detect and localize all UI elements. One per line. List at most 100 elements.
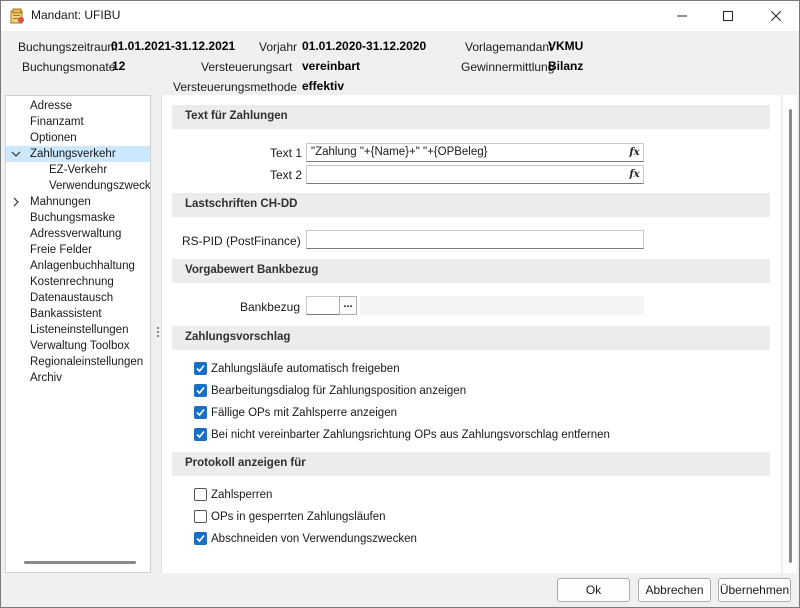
sidebar-item[interactable]: Listeneinstellungen xyxy=(6,322,150,338)
sidebar-item-label: Listeneinstellungen xyxy=(30,324,129,336)
versteuerungsmethode-label: Versteuerungsmethode xyxy=(173,80,298,94)
checkbox-label: Zahlsperren xyxy=(211,489,273,501)
text2-field[interactable]: fx xyxy=(306,165,644,184)
minimize-icon xyxy=(677,15,687,17)
checkbox-label: Fällige OPs mit Zahlsperre anzeigen xyxy=(211,407,397,419)
text1-label: Text 1 xyxy=(270,146,303,160)
checkmark-icon xyxy=(196,408,205,417)
checkbox-checked[interactable] xyxy=(194,428,207,441)
sidebar-item-label: Anlagenbuchhaltung xyxy=(30,260,135,272)
sidebar-item-label: Regionaleinstellungen xyxy=(30,356,144,368)
sidebar-item-label: Bankassistent xyxy=(30,308,102,320)
buchungszeitraum-value: 01.01.2021-31.12.2021 xyxy=(111,39,236,53)
versteuerungsmethode-value: effektiv xyxy=(302,79,345,93)
ok-button[interactable]: Ok xyxy=(557,578,630,602)
checkmark-icon xyxy=(196,364,205,373)
sidebar-item-label: Zahlungsverkehr xyxy=(30,148,116,160)
sidebar-item[interactable]: Adresse xyxy=(6,98,150,114)
sidebar-item[interactable]: EZ-Verkehr xyxy=(6,162,150,178)
close-icon xyxy=(771,11,781,21)
sidebar-item[interactable]: Freie Felder xyxy=(6,242,150,258)
apply-button[interactable]: Übernehmen xyxy=(718,578,791,602)
bankbezug-field[interactable] xyxy=(306,296,340,315)
chevron-down-icon[interactable] xyxy=(10,146,22,162)
section-zahlungsvorschlag: Zahlungsvorschlag xyxy=(172,326,770,350)
section-title: Protokoll anzeigen für xyxy=(185,457,306,469)
text1-field[interactable]: "Zahlung "+{Name}+" "+{OPBeleg} fx xyxy=(306,143,644,162)
content-vertical-scrollbar[interactable] xyxy=(789,109,792,563)
sidebar-item[interactable]: Mahnungen xyxy=(6,194,150,210)
sidebar-item[interactable]: Bankassistent xyxy=(6,306,150,322)
settings-content: Text für Zahlungen Text 1 "Zahlung "+{Na… xyxy=(161,95,781,573)
checkbox-unchecked[interactable] xyxy=(194,510,207,523)
sidebar-item[interactable]: Verwendungszwecke xyxy=(6,178,150,194)
sidebar-item[interactable]: Finanzamt xyxy=(6,114,150,130)
sidebar-item-label: Kostenrechnung xyxy=(30,276,114,288)
sidebar-item-label: Adresse xyxy=(30,100,73,112)
sidebar-item[interactable]: Archiv xyxy=(6,370,150,386)
sidebar-item[interactable]: Zahlungsverkehr xyxy=(6,146,150,162)
rspid-field[interactable] xyxy=(306,230,644,249)
sidebar-item-label: Mahnungen xyxy=(30,196,91,208)
sidebar-item-label: Verwaltung Toolbox xyxy=(30,340,130,352)
checkbox-checked[interactable] xyxy=(194,362,207,375)
text1-value: "Zahlung "+{Name}+" "+{OPBeleg} xyxy=(311,146,488,158)
sidebar-item-label: Finanzamt xyxy=(30,116,84,128)
section-title: Lastschriften CH-DD xyxy=(185,198,298,210)
panel-splitter[interactable] xyxy=(157,327,159,341)
vorjahr-label: Vorjahr xyxy=(259,40,298,54)
maximize-button[interactable] xyxy=(705,1,751,31)
checkmark-icon xyxy=(196,430,205,439)
section-protokoll: Protokoll anzeigen für xyxy=(172,452,770,476)
sidebar-item[interactable]: Regionaleinstellungen xyxy=(6,354,150,370)
tree-horizontal-scrollbar[interactable] xyxy=(24,561,136,564)
checkbox-label: Abschneiden von Verwendungszwecken xyxy=(211,533,417,545)
section-lastschriften: Lastschriften CH-DD xyxy=(172,193,770,217)
minimize-button[interactable] xyxy=(659,1,705,31)
formula-icon[interactable]: fx xyxy=(627,145,642,160)
vorlagemandant-label: Vorlagemandant xyxy=(465,40,553,54)
formula-icon[interactable]: fx xyxy=(627,167,642,182)
sidebar-item-label: Archiv xyxy=(30,372,62,384)
bankbezug-browse-button[interactable]: ... xyxy=(339,296,357,315)
sidebar-item-label: Datenaustausch xyxy=(30,292,114,304)
checkbox-checked[interactable] xyxy=(194,406,207,419)
gewinnermittlung-label: Gewinnermittlung xyxy=(461,60,555,74)
sidebar-item[interactable]: Verwaltung Toolbox xyxy=(6,338,150,354)
maximize-icon xyxy=(723,11,733,21)
buchungsmonate-label: Buchungsmonate xyxy=(22,60,116,74)
section-vorgabewert-bankbezug: Vorgabewert Bankbezug xyxy=(172,259,770,283)
bankbezug-description-field xyxy=(360,296,644,315)
checkbox-checked[interactable] xyxy=(194,532,207,545)
vorlagemandant-value: VKMU xyxy=(548,39,584,53)
dialog-window: Mandant: UFIBU Buchungszeitraum 01.01.20… xyxy=(0,0,800,608)
client-info-header: Buchungszeitraum 01.01.2021-31.12.2021 V… xyxy=(1,31,799,95)
cancel-button[interactable]: Abbrechen xyxy=(638,578,711,602)
sidebar-item[interactable]: Datenaustausch xyxy=(6,290,150,306)
checkbox-label: Bearbeitungsdialog für Zahlungsposition … xyxy=(211,385,467,397)
gewinnermittlung-value: Bilanz xyxy=(548,59,584,73)
checkbox-checked[interactable] xyxy=(194,384,207,397)
sidebar-item[interactable]: Buchungsmaske xyxy=(6,210,150,226)
rspid-label: RS-PID (PostFinance) xyxy=(182,234,301,248)
section-title: Vorgabewert Bankbezug xyxy=(185,264,319,276)
checkbox-label: Zahlungsläufe automatisch freigeben xyxy=(211,363,400,375)
checkbox-label: Bei nicht vereinbarter Zahlungsrichtung … xyxy=(211,429,610,441)
sidebar-item[interactable]: Kostenrechnung xyxy=(6,274,150,290)
sidebar-item[interactable]: Adressverwaltung xyxy=(6,226,150,242)
sidebar-item[interactable]: Optionen xyxy=(6,130,150,146)
buchungsmonate-value: 12 xyxy=(112,59,126,73)
versteuerungsart-value: vereinbart xyxy=(302,59,361,73)
checkmark-icon xyxy=(196,386,205,395)
checkbox-unchecked[interactable] xyxy=(194,488,207,501)
sidebar-item-label: EZ-Verkehr xyxy=(49,164,108,176)
title-bar: Mandant: UFIBU xyxy=(1,1,799,31)
buchungszeitraum-label: Buchungszeitraum xyxy=(18,40,118,54)
close-button[interactable] xyxy=(753,1,799,31)
sidebar-item-label: Freie Felder xyxy=(30,244,92,256)
sidebar-item-label: Verwendungszwecke xyxy=(49,180,150,192)
sidebar-item[interactable]: Anlagenbuchhaltung xyxy=(6,258,150,274)
chevron-right-icon[interactable] xyxy=(10,194,22,210)
sidebar-item-label: Optionen xyxy=(30,132,77,144)
section-title: Text für Zahlungen xyxy=(185,110,288,122)
